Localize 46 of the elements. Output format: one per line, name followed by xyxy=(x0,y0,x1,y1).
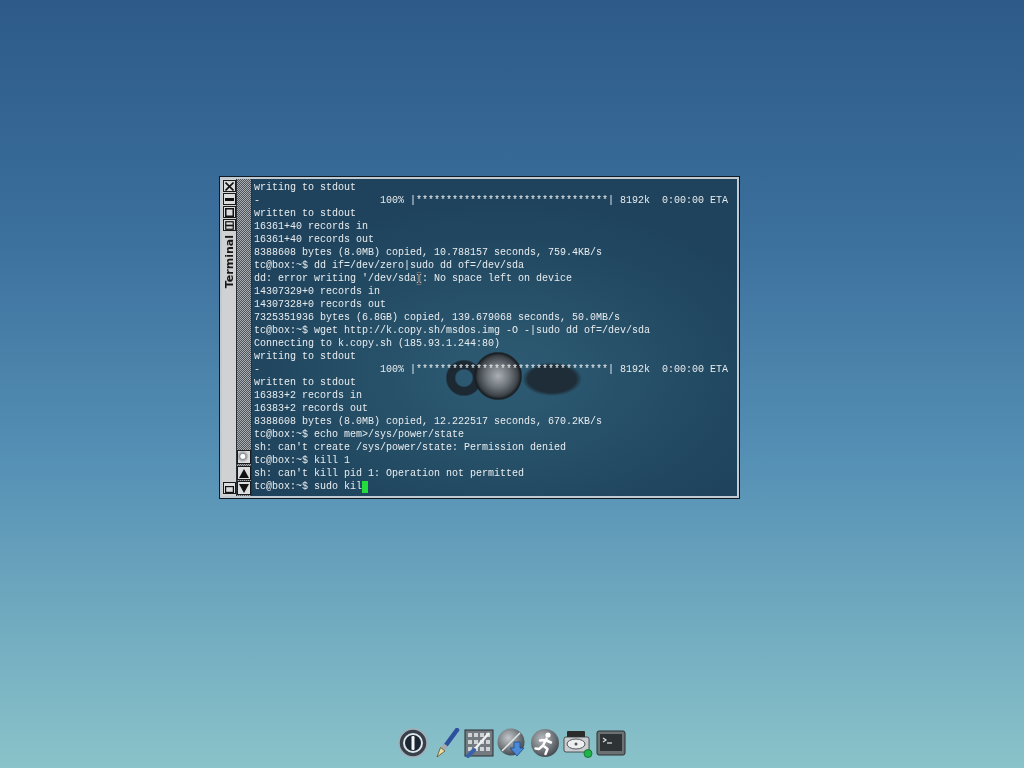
terminal-line: writing to stdout xyxy=(254,181,358,194)
terminal-line: 16383+2 records in xyxy=(254,389,364,402)
terminal-icon[interactable] xyxy=(596,728,626,758)
terminal-line: sh: can't create /sys/power/state: Permission denied xyxy=(254,441,568,454)
terminal-line: 16361+40 records out xyxy=(254,233,376,246)
terminal-line: - 100% |********************************| 8192k 0:00:00 ETA xyxy=(254,194,730,207)
terminal-line: writing to stdout xyxy=(254,350,358,363)
terminal-line: tc@box:~$ echo mem>/sys/power/state xyxy=(254,428,466,441)
terminal-line: tc@box:~$ sudo kil xyxy=(254,480,363,493)
up-arrow-icon xyxy=(239,468,249,478)
scroll-down-button[interactable] xyxy=(237,481,251,495)
terminal-line: written to stdout xyxy=(254,376,358,389)
power-icon[interactable] xyxy=(398,728,428,758)
terminal-line: sh: can't kill pid 1: Operation not permitted xyxy=(254,467,526,480)
terminal-line: tc@box:~$ dd if=/dev/zero|sudo dd of=/dev/sda xyxy=(254,259,526,272)
terminal-line: Connecting to k.copy.sh (185.93.1.244:80) xyxy=(254,337,502,350)
shade-button[interactable] xyxy=(222,219,236,231)
down-arrow-icon xyxy=(239,483,249,493)
terminal-line: 8388608 bytes (8.0MB) copied, 10.788157 seconds, 759.4KB/s xyxy=(254,246,604,259)
window-title: Terminal xyxy=(222,235,236,289)
stacked-squares-icon xyxy=(224,220,234,230)
terminal-line: - 100% |********************************| 8192k 0:00:00 ETA xyxy=(254,363,730,376)
terminal-line: dd: error writing '/dev/sda xyxy=(254,272,417,285)
terminal-line: 14307328+0 records out xyxy=(254,298,388,311)
scrollbar-track[interactable] xyxy=(237,179,252,496)
maximize-icon xyxy=(224,207,234,217)
rectangle-icon xyxy=(224,483,234,493)
terminal-line: written to stdout xyxy=(254,207,358,220)
terminal-line: 8388608 bytes (8.0MB) copied, 12.222517 seconds, 670.2KB/s xyxy=(254,415,604,428)
scroll-thumb[interactable] xyxy=(237,450,251,464)
terminal-line: : No space left on device xyxy=(422,272,573,285)
terminal-line: 16361+40 records in xyxy=(254,220,370,233)
terminal-line: 14307329+0 records in xyxy=(254,285,382,298)
terminal-line: 7325351936 bytes (6.8GB) copied, 139.679068 seconds, 50.0MB/s xyxy=(254,311,622,324)
close-button[interactable] xyxy=(222,180,236,192)
maximize-button[interactable] xyxy=(222,206,236,218)
terminal-line: tc@box:~$ kill 1 xyxy=(254,454,351,467)
scroll-up-button[interactable] xyxy=(237,466,251,480)
running-figure-icon[interactable] xyxy=(530,728,560,758)
resize-grip[interactable] xyxy=(222,482,236,494)
close-icon xyxy=(224,181,234,191)
panel-screwdriver-icon[interactable] xyxy=(464,728,494,758)
terminal-line: 16383+2 records out xyxy=(254,402,370,415)
terminal-line: tc@box:~$ wget http://k.copy.sh/msdos.img -O -|sudo dd of=/dev/sda xyxy=(254,324,652,337)
minimize-button[interactable] xyxy=(222,193,236,205)
hard-drive-icon[interactable] xyxy=(563,728,593,758)
